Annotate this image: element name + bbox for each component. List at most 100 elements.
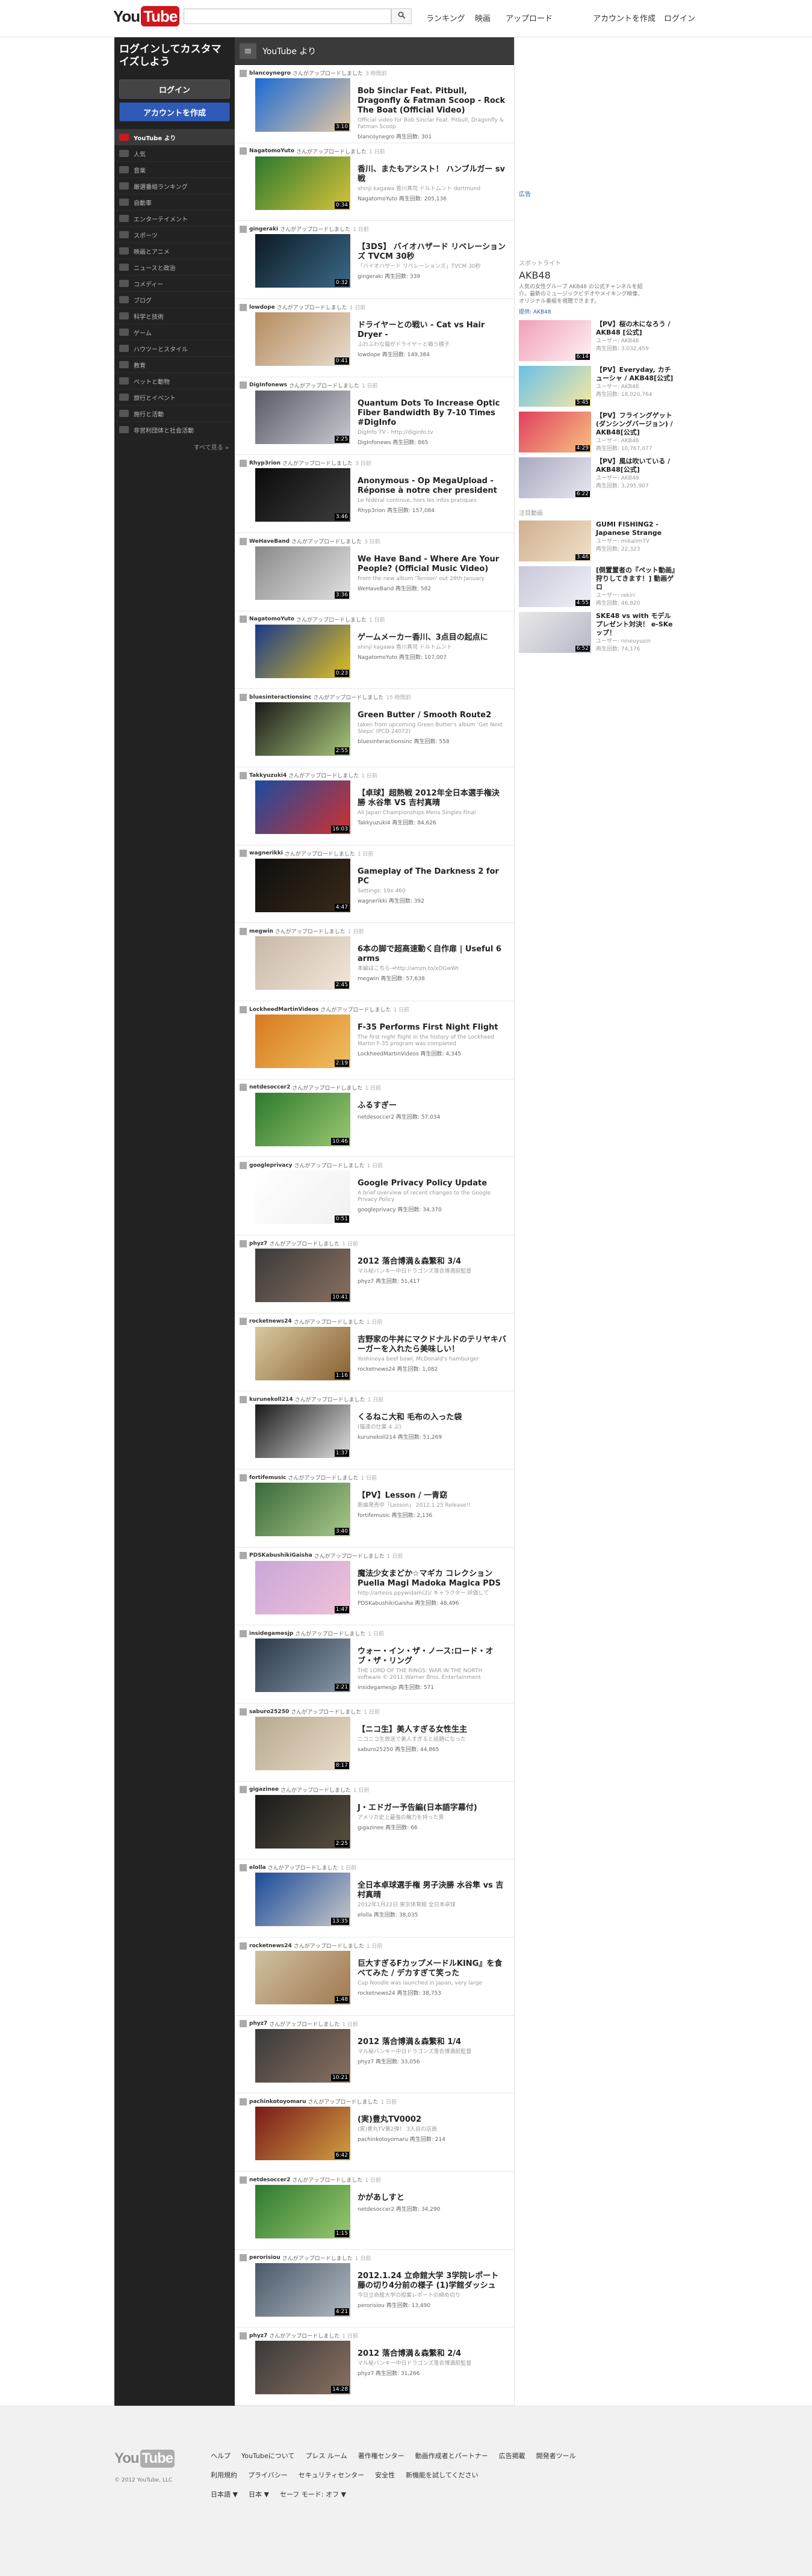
video-title[interactable]: 2012 落合博満＆森繁和 3/4 — [358, 1257, 507, 1267]
uploader-name[interactable]: WeHaveBand — [249, 539, 290, 545]
video-thumbnail[interactable]: 2:19 — [255, 1015, 350, 1068]
video-title[interactable]: 【PV】桜の木になろう / AKB48 [公式] — [596, 320, 675, 337]
video-thumbnail[interactable]: 16:03 — [255, 780, 350, 834]
video-uploader[interactable]: ユーザー: AKB48 — [596, 438, 675, 445]
video-thumbnail[interactable]: 6:52 — [519, 612, 591, 653]
video-thumbnail[interactable]: 2:55 — [255, 702, 350, 756]
uploader-name[interactable]: Takkyuzuki4 — [249, 773, 287, 779]
uploader-avatar[interactable] — [240, 147, 247, 155]
create-account-link[interactable]: アカウントを作成 — [593, 12, 655, 23]
video-uploader[interactable]: ユーザー: AKB48 — [596, 475, 675, 482]
uploader-name[interactable]: gigazinee — [249, 1787, 279, 1793]
video-title[interactable]: GUMI FISHING2 - Japanese Strange — [596, 520, 675, 537]
video-title[interactable]: ゲームメーカー香川、3点目の起点に — [358, 633, 507, 643]
uploader-avatar[interactable] — [240, 1084, 247, 1092]
video-thumbnail[interactable]: 8:17 — [255, 1717, 350, 1770]
footer-link[interactable]: セキュリティセンター — [299, 2470, 364, 2480]
uploader-name[interactable]: PDSKabushikiGaisha — [249, 1552, 312, 1558]
footer-link[interactable]: 新機能を試してください — [406, 2470, 478, 2480]
video-title[interactable]: 【3DS】 バイオハザード リベレーションズ TVCM 30秒 — [358, 242, 507, 262]
guide-item[interactable]: ゲーム — [114, 324, 235, 340]
guide-item[interactable]: ハウツーとスタイル — [114, 340, 235, 356]
uploader-avatar[interactable] — [240, 303, 247, 311]
video-thumbnail[interactable]: 13:35 — [255, 1873, 350, 1927]
video-title[interactable]: 【PV】風は吹いている / AKB48[公式] — [596, 457, 675, 474]
video-title[interactable]: J・エドガー予告編(日本語字幕付) — [358, 1803, 507, 1813]
video-title[interactable]: 【ニコ生】美人すぎる女性生主 — [358, 1725, 507, 1735]
uploader-name[interactable]: rocketnews24 — [249, 1943, 292, 1949]
video-thumbnail[interactable]: 4:21 — [255, 2262, 350, 2317]
footer-link[interactable]: プレス ルーム — [305, 2451, 347, 2460]
uploader-name[interactable]: saburo25250 — [249, 1709, 289, 1715]
uploader-avatar[interactable] — [240, 69, 247, 77]
uploader-name[interactable]: blancoynegro — [249, 70, 291, 76]
uploader-avatar[interactable] — [240, 2254, 247, 2262]
guide-item[interactable]: 厳選番組ランキング — [114, 178, 235, 194]
uploader-avatar[interactable] — [240, 1629, 247, 1637]
uploader-name[interactable]: pachinkotoyomaru — [249, 2099, 306, 2105]
video-thumbnail[interactable]: 0:41 — [255, 312, 350, 366]
guide-item[interactable]: スポーツ — [114, 226, 235, 242]
guide-item[interactable]: エンターテイメント — [114, 210, 235, 226]
uploader-avatar[interactable] — [240, 225, 247, 233]
footer-link[interactable]: プライバシー — [248, 2470, 288, 2480]
footer-link[interactable]: 開発者ツール — [536, 2451, 576, 2460]
footer-link[interactable]: ヘルプ — [211, 2451, 231, 2460]
footer-link[interactable]: セーフ モード: オフ ▼ — [280, 2489, 346, 2499]
movies-link[interactable]: 映画 — [475, 12, 491, 23]
video-title[interactable]: Gameplay of The Darkness 2 for PC — [358, 867, 507, 886]
video-title[interactable]: 吉野家の牛丼にマクドナルドのテリヤキバーガーを入れたら美味しい！ — [358, 1335, 507, 1354]
uploader-name[interactable]: elolla — [249, 1865, 266, 1871]
video-thumbnail[interactable]: 1:16 — [255, 1326, 350, 1380]
spotlight-title[interactable]: AKB48 — [519, 270, 675, 281]
guide-item[interactable]: 非営利団体と社会活動 — [114, 421, 235, 437]
uploader-avatar[interactable] — [240, 1240, 247, 1247]
search-button[interactable] — [391, 8, 412, 24]
guide-item[interactable]: コメディー — [114, 275, 235, 291]
video-title[interactable]: Green Butter / Smooth Route2 — [358, 711, 507, 720]
create-account-button[interactable]: アカウントを作成 — [119, 102, 230, 122]
guide-item[interactable]: ブログ — [114, 291, 235, 307]
uploader-avatar[interactable] — [240, 1552, 247, 1560]
footer-link[interactable]: 動画作成者とパートナー — [415, 2451, 488, 2460]
video-title[interactable]: Quantum Dots To Increase Optic Fiber Ban… — [358, 399, 507, 428]
video-title[interactable]: かがあしすと — [358, 2193, 507, 2203]
video-thumbnail[interactable]: 1:15 — [255, 2185, 350, 2238]
video-thumbnail[interactable]: 2:21 — [255, 1639, 350, 1693]
upload-link[interactable]: アップロード — [506, 12, 553, 23]
video-thumbnail[interactable]: 2:45 — [255, 936, 350, 990]
ad-label[interactable]: 広告 — [519, 189, 675, 198]
video-thumbnail[interactable]: 0:32 — [255, 234, 350, 288]
video-title[interactable]: 【卓球】超熱戦 2012年全日本選手権決勝 水谷隼 VS 吉村真晴 — [358, 789, 507, 808]
video-title[interactable]: Bob Sinclar Feat. Pitbull, Dragonfly & F… — [358, 87, 507, 116]
guide-item[interactable]: 旅行とイベント — [114, 389, 235, 405]
video-title[interactable]: Google Privacy Policy Update — [358, 1179, 507, 1188]
uploader-avatar[interactable] — [240, 1786, 247, 1794]
video-title[interactable]: ウォー・イン・ザ・ノース:ロード・オブ・ザ・リング — [358, 1647, 507, 1666]
video-title[interactable]: SKE48 vs with モデル プレゼント対決！ e-SKeップ！ — [596, 612, 675, 637]
guide-item[interactable]: YouTube より — [114, 129, 235, 145]
guide-item[interactable]: 教育 — [114, 356, 235, 372]
video-title[interactable]: 香川、またもアシスト！ ハンブルガー sv戦 — [358, 165, 507, 184]
video-thumbnail[interactable]: 4:47 — [255, 858, 350, 912]
uploader-name[interactable]: Rhyp3rion — [249, 460, 280, 466]
video-thumbnail[interactable]: 10:41 — [255, 1249, 350, 1302]
uploader-avatar[interactable] — [240, 1942, 247, 1950]
uploader-name[interactable]: googleprivacy — [249, 1163, 293, 1169]
video-thumbnail[interactable]: 1:47 — [255, 1560, 350, 1614]
video-title[interactable]: Anonymous - Op MegaUpload - Réponse à no… — [358, 477, 507, 496]
footer-link[interactable]: 日本語 ▼ — [211, 2489, 238, 2499]
uploader-avatar[interactable] — [240, 459, 247, 467]
ranking-link[interactable]: ランキング — [426, 12, 465, 23]
video-uploader[interactable]: ユーザー: nineuyusin — [596, 638, 675, 645]
footer-logo[interactable]: You Tube — [114, 2450, 175, 2468]
uploader-avatar[interactable] — [240, 927, 247, 935]
guide-item[interactable]: 音楽 — [114, 161, 235, 178]
video-thumbnail[interactable]: 5:45 — [519, 366, 591, 407]
uploader-avatar[interactable] — [240, 1395, 247, 1403]
guide-item[interactable]: 施行と活動 — [114, 405, 235, 421]
search-input[interactable] — [184, 9, 391, 23]
uploader-avatar[interactable] — [240, 1708, 247, 1716]
video-uploader[interactable]: ユーザー: rekiri — [596, 593, 675, 599]
guide-item[interactable]: 映画とアニメ — [114, 242, 235, 259]
